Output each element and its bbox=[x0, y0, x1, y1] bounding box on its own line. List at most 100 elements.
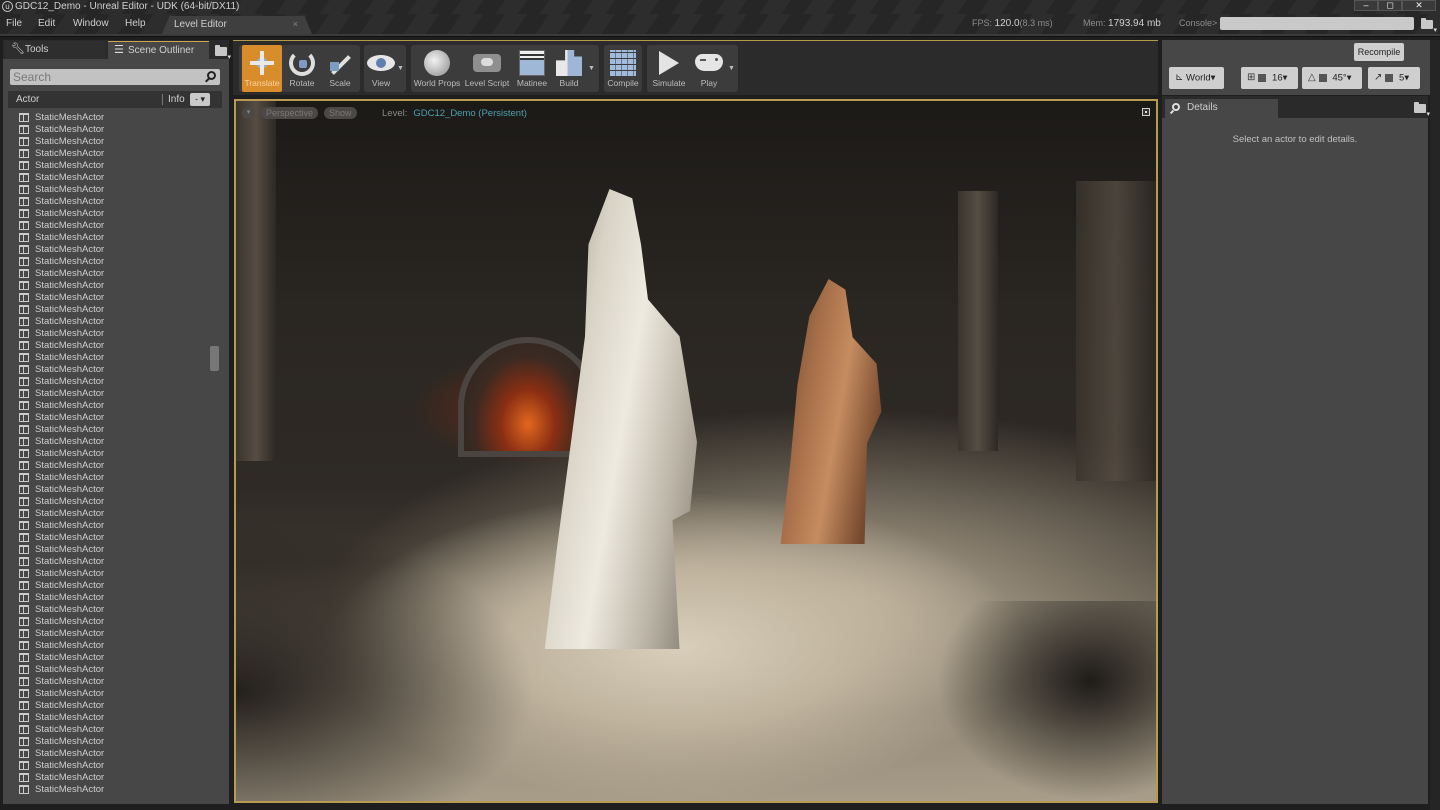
actor-list-item[interactable]: StaticMeshActor bbox=[13, 567, 213, 579]
column-divider[interactable] bbox=[162, 94, 163, 105]
actor-list-item[interactable]: StaticMeshActor bbox=[13, 159, 213, 171]
world-props-button[interactable]: World Props bbox=[413, 45, 461, 92]
menu-edit[interactable]: Edit bbox=[38, 18, 55, 29]
search-icon[interactable] bbox=[207, 71, 216, 80]
menu-file[interactable]: File bbox=[6, 18, 22, 29]
view-dropdown-icon[interactable]: ▼ bbox=[397, 65, 404, 72]
actor-list-item[interactable]: StaticMeshActor bbox=[13, 267, 213, 279]
build-dropdown-icon[interactable]: ▼ bbox=[588, 65, 595, 72]
compile-button[interactable]: Compile bbox=[604, 45, 642, 92]
actor-list-item[interactable]: StaticMeshActor bbox=[13, 783, 213, 795]
actor-list-item[interactable]: StaticMeshActor bbox=[13, 747, 213, 759]
column-actor[interactable]: Actor bbox=[16, 94, 39, 105]
actor-list-item[interactable]: StaticMeshActor bbox=[13, 507, 213, 519]
folder-menu-icon[interactable] bbox=[1414, 102, 1430, 118]
actor-list-item[interactable]: StaticMeshActor bbox=[13, 327, 213, 339]
tab-level-editor[interactable]: Level Editor × bbox=[162, 16, 312, 34]
actor-list-item[interactable]: StaticMeshActor bbox=[13, 291, 213, 303]
simulate-button[interactable]: Simulate bbox=[649, 45, 689, 92]
actor-list-item[interactable]: StaticMeshActor bbox=[13, 723, 213, 735]
actor-list-item[interactable]: StaticMeshActor bbox=[13, 603, 213, 615]
level-script-button[interactable]: Level Script bbox=[463, 45, 511, 92]
actor-list-item[interactable]: StaticMeshActor bbox=[13, 411, 213, 423]
matinee-button[interactable]: Matinee bbox=[513, 45, 551, 92]
actor-list-item[interactable]: StaticMeshActor bbox=[13, 375, 213, 387]
actor-list-item[interactable]: StaticMeshActor bbox=[13, 339, 213, 351]
menu-window[interactable]: Window bbox=[73, 18, 109, 29]
actor-list-item[interactable]: StaticMeshActor bbox=[13, 315, 213, 327]
view-button[interactable]: View bbox=[364, 45, 398, 92]
actor-list-item[interactable]: StaticMeshActor bbox=[13, 147, 213, 159]
actor-list-item[interactable]: StaticMeshActor bbox=[13, 759, 213, 771]
actor-list-item[interactable]: StaticMeshActor bbox=[13, 279, 213, 291]
show-button[interactable]: Show bbox=[324, 107, 357, 119]
rotate-button[interactable]: Rotate bbox=[283, 45, 321, 92]
console-input[interactable] bbox=[1220, 17, 1414, 30]
actor-list-item[interactable]: StaticMeshActor bbox=[13, 423, 213, 435]
perspective-button[interactable]: Perspective bbox=[261, 107, 319, 119]
actor-list-item[interactable]: StaticMeshActor bbox=[13, 699, 213, 711]
actor-list-item[interactable]: StaticMeshActor bbox=[13, 711, 213, 723]
actor-list-item[interactable]: StaticMeshActor bbox=[13, 351, 213, 363]
actor-list-item[interactable]: StaticMeshActor bbox=[13, 231, 213, 243]
actor-list-item[interactable]: StaticMeshActor bbox=[13, 387, 213, 399]
actor-list-item[interactable]: StaticMeshActor bbox=[13, 219, 213, 231]
actor-list-item[interactable]: StaticMeshActor bbox=[13, 243, 213, 255]
search-input[interactable] bbox=[13, 70, 198, 84]
menu-help[interactable]: Help bbox=[125, 18, 146, 29]
actor-list-item[interactable]: StaticMeshActor bbox=[13, 543, 213, 555]
rotation-snap-dropdown[interactable]: △ 45°▾ bbox=[1302, 67, 1362, 89]
tab-tools[interactable]: 🔧︎ Tools bbox=[5, 41, 105, 59]
minimize-button[interactable]: – bbox=[1354, 0, 1378, 11]
grid-snap-toggle[interactable] bbox=[1258, 74, 1267, 82]
tab-scene-outliner[interactable]: ☰ Scene Outliner bbox=[108, 41, 209, 59]
actor-list-item[interactable]: StaticMeshActor bbox=[13, 591, 213, 603]
close-button[interactable]: ✕ bbox=[1402, 0, 1436, 11]
actor-list-item[interactable]: StaticMeshActor bbox=[13, 183, 213, 195]
actor-list-item[interactable]: StaticMeshActor bbox=[13, 519, 213, 531]
actor-list-item[interactable]: StaticMeshActor bbox=[13, 483, 213, 495]
outliner-scrollbar[interactable] bbox=[210, 346, 219, 371]
actor-list-item[interactable]: StaticMeshActor bbox=[13, 171, 213, 183]
viewport-menu-button[interactable]: ▾ bbox=[242, 107, 255, 119]
info-dropdown[interactable]: - ▾ bbox=[190, 93, 210, 106]
scale-snap-dropdown[interactable]: ↗ 5▾ bbox=[1368, 67, 1420, 89]
tab-details[interactable]: Details bbox=[1165, 99, 1278, 118]
actor-list-item[interactable]: StaticMeshActor bbox=[13, 687, 213, 699]
actor-list-item[interactable]: StaticMeshActor bbox=[13, 639, 213, 651]
actor-list-item[interactable]: StaticMeshActor bbox=[13, 615, 213, 627]
actor-list-item[interactable]: StaticMeshActor bbox=[13, 771, 213, 783]
scale-button[interactable]: Scale bbox=[322, 45, 358, 92]
actor-list-item[interactable]: StaticMeshActor bbox=[13, 303, 213, 315]
actor-list-item[interactable]: StaticMeshActor bbox=[13, 111, 213, 123]
play-dropdown-icon[interactable]: ▼ bbox=[728, 65, 735, 72]
tab-close-icon[interactable]: × bbox=[293, 19, 298, 29]
actor-list-item[interactable]: StaticMeshActor bbox=[13, 207, 213, 219]
actor-list-item[interactable]: StaticMeshActor bbox=[13, 447, 213, 459]
rotation-snap-toggle[interactable] bbox=[1318, 74, 1327, 82]
actor-list-item[interactable]: StaticMeshActor bbox=[13, 459, 213, 471]
maximize-button[interactable]: ◻ bbox=[1378, 0, 1402, 11]
coordinate-space-dropdown[interactable]: ⊾ World▾ bbox=[1169, 67, 1224, 89]
actor-list-item[interactable]: StaticMeshActor bbox=[13, 555, 213, 567]
actor-list-item[interactable]: StaticMeshActor bbox=[13, 651, 213, 663]
actor-list-item[interactable]: StaticMeshActor bbox=[13, 435, 213, 447]
scene-bronze-statue[interactable] bbox=[780, 279, 882, 544]
actor-list-item[interactable]: StaticMeshActor bbox=[13, 531, 213, 543]
folder-menu-icon[interactable] bbox=[1421, 18, 1437, 34]
actor-list-item[interactable]: StaticMeshActor bbox=[13, 663, 213, 675]
actor-list-item[interactable]: StaticMeshActor bbox=[13, 735, 213, 747]
recompile-button[interactable]: Recompile bbox=[1354, 43, 1404, 61]
column-info[interactable]: Info bbox=[168, 94, 185, 105]
folder-menu-icon[interactable] bbox=[215, 45, 231, 61]
actor-list-item[interactable]: StaticMeshActor bbox=[13, 399, 213, 411]
perspective-viewport[interactable]: ▾ Perspective Show Level: GDC12_Demo (Per… bbox=[234, 99, 1158, 803]
actor-list-item[interactable]: StaticMeshActor bbox=[13, 579, 213, 591]
actor-list-item[interactable]: StaticMeshActor bbox=[13, 195, 213, 207]
actor-list-item[interactable]: StaticMeshActor bbox=[13, 495, 213, 507]
actor-list-item[interactable]: StaticMeshActor bbox=[13, 363, 213, 375]
actor-list-item[interactable]: StaticMeshActor bbox=[13, 255, 213, 267]
actor-list-item[interactable]: StaticMeshActor bbox=[13, 123, 213, 135]
actor-list-item[interactable]: StaticMeshActor bbox=[13, 675, 213, 687]
grid-snap-dropdown[interactable]: ⊞ 16▾ bbox=[1241, 67, 1298, 89]
